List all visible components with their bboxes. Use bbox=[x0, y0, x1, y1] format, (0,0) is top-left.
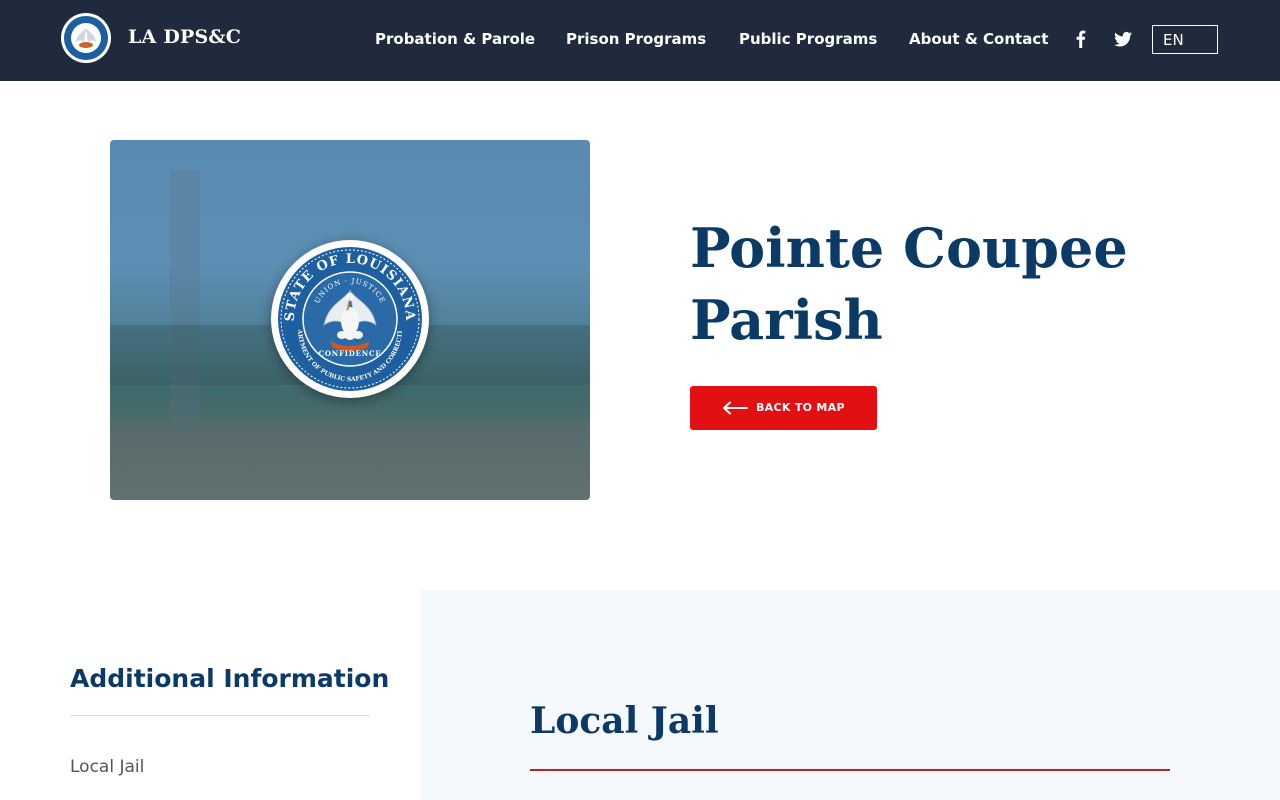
section-title-local-jail: Local Jail bbox=[530, 700, 719, 742]
nav-prison-programs[interactable]: Prison Programs bbox=[566, 30, 706, 48]
site-brand[interactable]: LA DPS&C bbox=[128, 26, 241, 48]
parish-photo: STATE OF LOUISIANA DEPARTMENT OF PUBLIC … bbox=[110, 140, 590, 500]
twitter-icon[interactable] bbox=[1113, 29, 1133, 49]
sidebar-title: Additional Information bbox=[70, 664, 390, 693]
svg-text:CONFIDENCE: CONFIDENCE bbox=[318, 349, 381, 358]
site-header: LA DPS&C Probation & Parole Prison Progr… bbox=[0, 0, 1280, 81]
language-select[interactable]: EN bbox=[1152, 25, 1218, 54]
nav-public-programs[interactable]: Public Programs bbox=[739, 30, 877, 48]
arrow-left-icon bbox=[723, 401, 748, 415]
nav-about-contact[interactable]: About & Contact bbox=[909, 30, 1048, 48]
section-divider bbox=[530, 769, 1170, 771]
nav-probation-parole[interactable]: Probation & Parole bbox=[375, 30, 535, 48]
state-seal-logo[interactable] bbox=[60, 12, 112, 64]
sidebar-link-local-jail[interactable]: Local Jail bbox=[70, 757, 144, 777]
facebook-icon[interactable] bbox=[1071, 29, 1091, 49]
sidebar-divider bbox=[70, 715, 370, 716]
page-title: Pointe Coupee Parish bbox=[690, 216, 1128, 352]
department-seal: STATE OF LOUISIANA DEPARTMENT OF PUBLIC … bbox=[270, 239, 429, 398]
back-to-map-label: BACK TO MAP bbox=[756, 401, 845, 414]
back-to-map-button[interactable]: BACK TO MAP bbox=[690, 386, 877, 430]
photo-ground-shape bbox=[110, 420, 590, 500]
